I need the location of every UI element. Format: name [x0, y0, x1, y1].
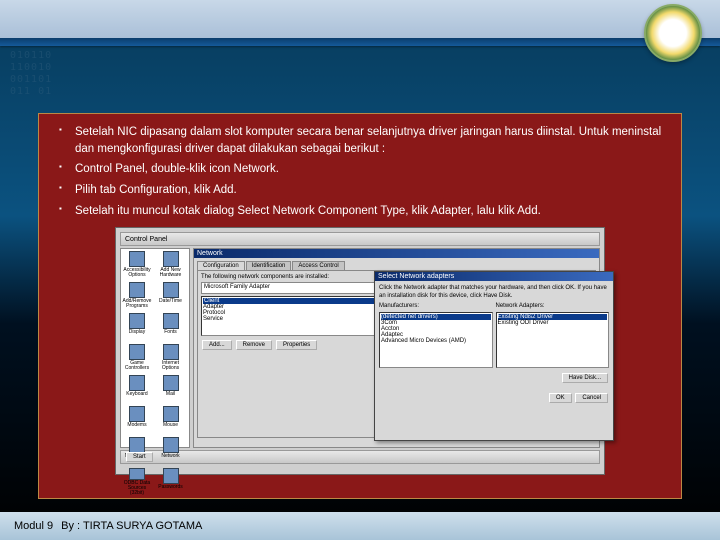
remove-button[interactable]: Remove: [236, 340, 272, 350]
module-label: Modul 9: [14, 520, 53, 532]
window-title: Control Panel: [125, 236, 167, 243]
start-button[interactable]: Start: [126, 452, 153, 462]
control-panel-icon[interactable]: Display: [123, 313, 151, 341]
adapters-label: Network Adapters:: [496, 303, 610, 309]
header-divider: [0, 38, 720, 46]
control-panel-icon[interactable]: Date/Time: [157, 282, 185, 310]
control-panel-icon[interactable]: ODBC Data Sources (32bit): [123, 468, 151, 496]
control-panel-icon[interactable]: Modems: [123, 406, 151, 434]
dialog-instructions: Click the Network adapter that matches y…: [379, 285, 609, 299]
list-item[interactable]: Existing ODI Driver: [498, 320, 608, 326]
control-panel-icon[interactable]: Fonts: [157, 313, 185, 341]
control-panel-icon[interactable]: Internet Options: [157, 344, 185, 372]
tab-access-control[interactable]: Access Control: [292, 261, 344, 270]
header-bar: [0, 0, 720, 38]
bullet-item: Setelah NIC dipasang dalam slot komputer…: [53, 124, 667, 157]
control-panel-icon[interactable]: Accessibility Options: [123, 251, 151, 279]
adapters-list[interactable]: Existing Ndis2 DriverExisting ODI Driver: [496, 312, 610, 368]
background-digits: 010110110010001101011 01: [10, 50, 52, 98]
control-panel-icon[interactable]: Network: [157, 437, 185, 465]
bullet-item: Pilih tab Configuration, klik Add.: [53, 182, 667, 199]
network-tabs: Configuration Identification Access Cont…: [197, 261, 596, 270]
bullet-item: Setelah itu muncul kotak dialog Select N…: [53, 203, 667, 220]
network-window: Network Configuration Identification Acc…: [193, 248, 600, 448]
have-disk-button[interactable]: Have Disk...: [562, 373, 608, 383]
author-label: By : TIRTA SURYA GOTAMA: [61, 520, 202, 532]
list-item[interactable]: Advanced Micro Devices (AMD): [381, 338, 491, 344]
footer-bar: Modul 9 By : TIRTA SURYA GOTAMA: [0, 512, 720, 540]
control-panel-icon[interactable]: Mail: [157, 375, 185, 403]
network-titlebar: Network: [194, 249, 599, 258]
select-adapter-dialog: Select Network adapters Click the Networ…: [374, 271, 614, 441]
bullet-list: Setelah NIC dipasang dalam slot komputer…: [53, 124, 667, 219]
add-button[interactable]: Add...: [202, 340, 232, 350]
embedded-screenshot: Control Panel Accessibility OptionsAdd N…: [115, 227, 605, 475]
bullet-item: Control Panel, double-klik icon Network.: [53, 161, 667, 178]
dialog-cancel-button[interactable]: Cancel: [575, 393, 608, 403]
slide: 010110110010001101011 01 Setelah NIC dip…: [0, 0, 720, 540]
manufacturers-list[interactable]: (detected net drivers)3ComAcctonAdaptecA…: [379, 312, 493, 368]
dialog-titlebar: Select Network adapters: [375, 272, 613, 281]
logo-badge: [644, 4, 702, 62]
tab-identification[interactable]: Identification: [246, 261, 292, 270]
manufacturers-label: Manufacturers:: [379, 303, 493, 309]
control-panel-icon[interactable]: Add/Remove Programs: [123, 282, 151, 310]
taskbar: Start: [120, 450, 600, 464]
properties-button[interactable]: Properties: [276, 340, 317, 350]
control-panel-icon[interactable]: Add New Hardware: [157, 251, 185, 279]
control-panel-grid: Accessibility OptionsAdd New HardwareAdd…: [120, 248, 190, 448]
dialog-ok-button[interactable]: OK: [549, 393, 572, 403]
tab-configuration[interactable]: Configuration: [197, 261, 245, 270]
control-panel-icon[interactable]: Game Controllers: [123, 344, 151, 372]
control-panel-icon[interactable]: Keyboard: [123, 375, 151, 403]
control-panel-icon[interactable]: Mouse: [157, 406, 185, 434]
content-panel: Setelah NIC dipasang dalam slot komputer…: [38, 113, 682, 499]
control-panel-icon[interactable]: Passwords: [157, 468, 185, 496]
window-toolbar: Control Panel: [120, 232, 600, 246]
